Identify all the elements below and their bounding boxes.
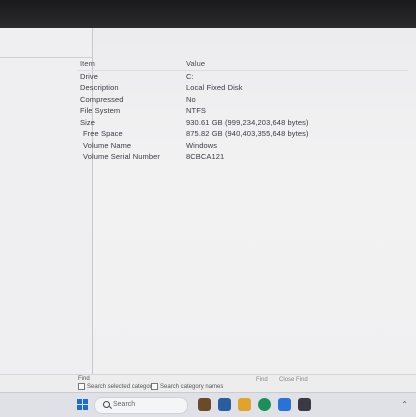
row-item-label: File System <box>80 106 121 115</box>
taskbar-app-icon[interactable] <box>198 398 211 411</box>
list-row[interactable]: Size 930.61 GB (999,234,203,648 bytes) <box>78 117 408 129</box>
search-category-names-checkbox[interactable] <box>151 383 158 390</box>
list-row[interactable]: Drive C: <box>78 71 408 83</box>
row-item-value: 930.61 GB (999,234,203,648 bytes) <box>186 117 309 127</box>
row-item-value: No <box>186 94 196 104</box>
monitor-bezel <box>0 0 416 30</box>
row-item-value: Local Fixed Disk <box>186 83 243 92</box>
find-label: Find <box>78 376 90 382</box>
list-row[interactable]: Description Local Fixed Disk <box>78 82 408 94</box>
row-item-value: C: <box>186 71 194 81</box>
search-category-names-label: Search category names <box>160 383 224 390</box>
file-explorer-icon[interactable] <box>238 398 251 411</box>
row-item-value: Windows <box>186 140 218 150</box>
row-item-label: Description <box>80 83 119 92</box>
search-selected-category-checkbox[interactable] <box>78 383 85 390</box>
row-item-label: Drive <box>80 71 99 81</box>
close-find-button[interactable]: Close Find <box>279 377 308 383</box>
row-item-value: NTFS <box>186 106 206 115</box>
row-item-label: Size <box>80 117 95 127</box>
list-row[interactable]: Volume Serial Number 8CBCA121 <box>78 151 408 163</box>
list-row[interactable]: Free Space 875.82 GB (940,403,355,648 by… <box>78 128 408 140</box>
search-selected-category-option[interactable]: Search selected categor <box>78 383 152 390</box>
list-row[interactable]: Volume Name Windows <box>78 140 408 152</box>
row-item-label: Volume Serial Number <box>83 152 161 161</box>
find-bar: Find Search selected categor Search cate… <box>0 374 416 392</box>
search-selected-category-label: Search selected categor <box>87 383 152 390</box>
system-information-window: Item Value Drive C: Description Local Fi… <box>0 28 416 392</box>
list-header-row: Item Value <box>78 58 408 71</box>
column-header-item[interactable]: Item <box>80 58 95 70</box>
chevron-up-icon[interactable]: ⌃ <box>401 400 408 409</box>
store-icon[interactable] <box>278 398 291 411</box>
search-placeholder: Search <box>113 401 136 408</box>
task-view-icon[interactable] <box>218 398 231 411</box>
row-item-value: 8CBCA121 <box>186 152 225 161</box>
row-item-label: Compressed <box>80 94 124 104</box>
list-row[interactable]: Compressed No <box>78 94 408 106</box>
details-list: Item Value Drive C: Description Local Fi… <box>78 58 408 163</box>
row-item-label: Volume Name <box>83 140 132 150</box>
search-icon <box>103 401 110 408</box>
list-row[interactable]: File System NTFS <box>78 105 408 117</box>
row-item-label: Free Space <box>83 129 123 138</box>
taskbar: Search ⌃ <box>0 392 416 417</box>
find-button[interactable]: Find <box>256 377 268 383</box>
search-category-names-option[interactable]: Search category names <box>151 383 223 390</box>
taskbar-search-box[interactable]: Search <box>94 397 188 414</box>
edge-browser-icon[interactable] <box>258 398 271 411</box>
column-header-value[interactable]: Value <box>186 58 205 70</box>
start-windows-icon[interactable] <box>77 399 88 410</box>
system-info-app-icon[interactable] <box>298 398 311 411</box>
row-item-value: 875.82 GB (940,403,355,648 bytes) <box>186 129 309 138</box>
